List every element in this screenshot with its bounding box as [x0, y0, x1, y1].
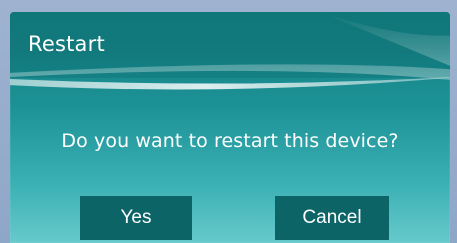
dialog-message: Do you want to restart this device? — [61, 130, 399, 152]
screen-background: Restart Do you want to restart this devi… — [0, 0, 457, 243]
restart-dialog: Restart Do you want to restart this devi… — [10, 12, 450, 243]
dialog-titlebar: Restart — [10, 12, 450, 78]
cancel-button[interactable]: Cancel — [275, 196, 389, 240]
dialog-title: Restart — [28, 32, 105, 56]
yes-button[interactable]: Yes — [80, 196, 192, 240]
